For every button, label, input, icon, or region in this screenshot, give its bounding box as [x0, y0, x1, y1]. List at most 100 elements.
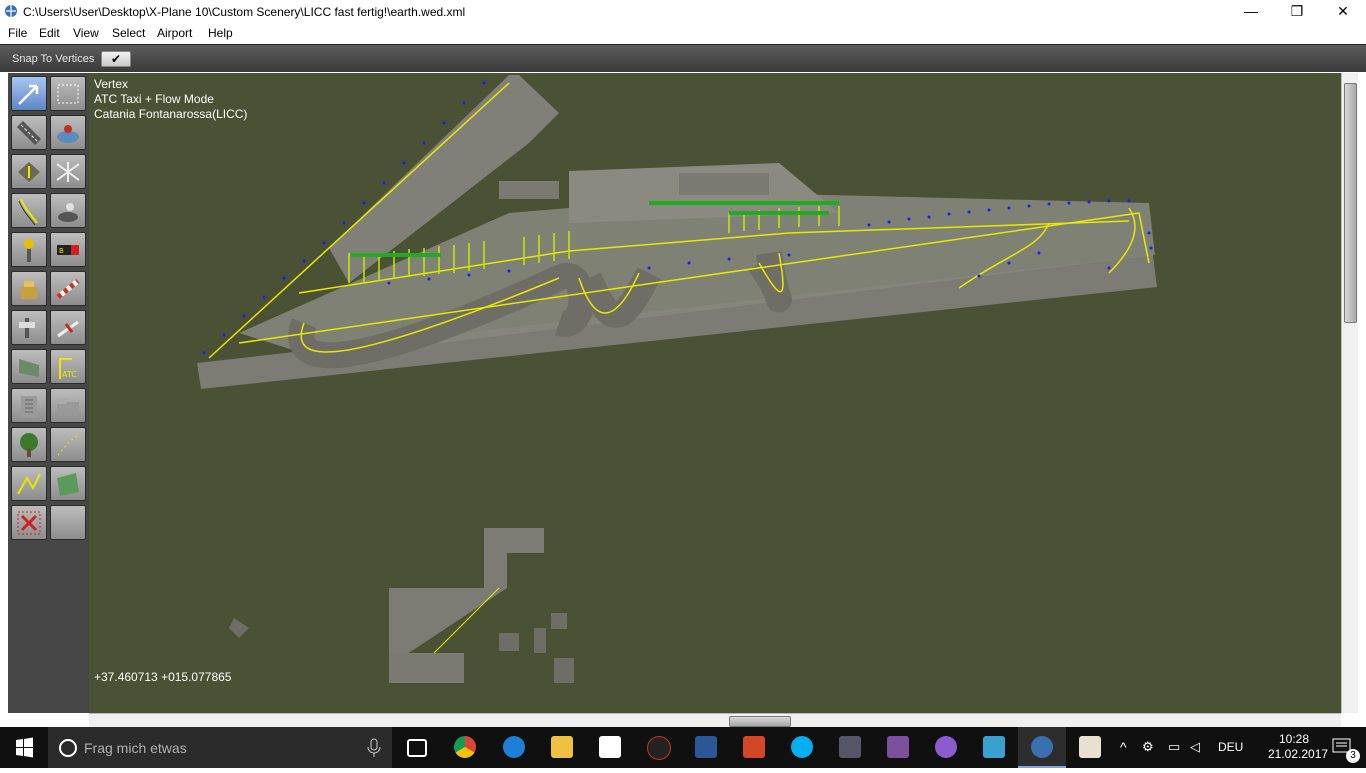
marquee-tool-button[interactable]: [50, 76, 86, 111]
line-tool-button[interactable]: [50, 427, 86, 462]
windows-logo-icon: [16, 737, 33, 758]
task-view-icon: [407, 739, 427, 757]
beacon-tool-button[interactable]: [11, 232, 47, 267]
store-icon: [599, 736, 621, 758]
app-cat-button[interactable]: [922, 727, 970, 768]
building: [679, 173, 769, 195]
chrome-button[interactable]: [441, 727, 489, 768]
menu-bar: File Edit View Select Airport Help: [0, 23, 1366, 43]
mode-label: ATC Taxi + Flow Mode: [94, 92, 214, 106]
light-icon: [58, 203, 78, 222]
polygon-icon: [57, 473, 79, 496]
windsock-tool-button[interactable]: [50, 271, 86, 306]
java-button[interactable]: [1066, 727, 1114, 768]
app-a-button[interactable]: [634, 727, 682, 768]
minimize-button[interactable]: —: [1228, 0, 1274, 23]
empty-tool-button[interactable]: [50, 505, 86, 540]
menu-file[interactable]: File: [8, 26, 27, 40]
map-canvas[interactable]: Vertex ATC Taxi + Flow Mode Catania Font…: [89, 73, 1341, 713]
object-string-tool-button[interactable]: [50, 388, 86, 423]
airport-map[interactable]: [89, 73, 1341, 713]
light-tool-button[interactable]: [50, 193, 86, 228]
menu-edit[interactable]: Edit: [39, 26, 60, 40]
word-button[interactable]: [682, 727, 730, 768]
language-indicator[interactable]: DEU: [1218, 740, 1243, 754]
game-2-button[interactable]: [970, 727, 1018, 768]
network-icon[interactable]: ⚙: [1142, 739, 1154, 755]
atc-icon: [57, 320, 79, 338]
taxiway-tool-button[interactable]: [11, 154, 47, 189]
snap-to-vertices-label: Snap To Vertices: [12, 53, 95, 65]
tower-tool-button[interactable]: [11, 271, 47, 306]
building-icon: [21, 396, 37, 418]
runway-tool-button[interactable]: [11, 115, 47, 150]
dotted-line-icon: [57, 434, 79, 456]
south-structure: [499, 633, 519, 651]
menu-help[interactable]: Help: [208, 26, 233, 40]
volume-muted-icon[interactable]: ◁: [1190, 739, 1200, 755]
powerpoint-button[interactable]: [730, 727, 778, 768]
game-1-button[interactable]: [826, 727, 874, 768]
tool-palette: B ATC: [8, 73, 90, 713]
store-button[interactable]: [586, 727, 634, 768]
atc-route-icon: ATC: [59, 358, 77, 379]
helipad-icon: [57, 125, 79, 143]
vertical-scrollbar[interactable]: [1341, 73, 1358, 713]
snap-to-vertices-checkbox[interactable]: ✔: [101, 51, 131, 67]
menu-select[interactable]: Select: [112, 26, 145, 40]
beacon-icon: [24, 239, 34, 262]
tower-icon: [21, 281, 37, 299]
sign-tool-button[interactable]: B: [50, 232, 86, 267]
taxiline-tool-button[interactable]: [11, 193, 47, 228]
draped-poly-tool-button[interactable]: [50, 466, 86, 501]
facade-tool-button[interactable]: [11, 349, 47, 384]
blank-icon: [54, 509, 82, 537]
menu-airport[interactable]: Airport: [157, 26, 192, 40]
forest-tool-button[interactable]: [11, 427, 47, 462]
action-center-button[interactable]: 3: [1322, 727, 1366, 768]
line-icon: [17, 473, 41, 495]
south-apron: [389, 528, 544, 658]
close-button[interactable]: ✕: [1320, 0, 1366, 23]
south-structure: [554, 658, 574, 683]
facade-icon: [19, 359, 39, 377]
atc-route-tool-button[interactable]: ATC: [50, 349, 86, 384]
search-placeholder: Frag mich etwas: [84, 740, 187, 756]
boundary-icon: [56, 162, 80, 182]
atc-tool-button[interactable]: [50, 310, 86, 345]
vertical-scroll-thumb[interactable]: [1344, 83, 1357, 323]
start-button[interactable]: [0, 727, 48, 768]
microphone-icon: [367, 738, 381, 757]
boundary-tool-button[interactable]: [50, 154, 86, 189]
wed-taskbar-button[interactable]: [1018, 727, 1066, 768]
battery-icon[interactable]: ▭: [1168, 739, 1180, 755]
notification-count-badge: 3: [1346, 749, 1360, 763]
taxiway-icon: [18, 162, 40, 182]
restore-button[interactable]: ❐: [1274, 0, 1320, 23]
search-box[interactable]: Frag mich etwas: [48, 727, 392, 768]
helipad-tool-button[interactable]: [50, 115, 86, 150]
clock[interactable]: 10:28 21.02.2017: [1268, 732, 1328, 762]
taxiline-icon: [18, 198, 38, 225]
polygon-line-tool-button[interactable]: [11, 466, 47, 501]
task-view-button[interactable]: [392, 727, 440, 768]
viber-button[interactable]: [874, 727, 922, 768]
skype-button[interactable]: [778, 727, 826, 768]
show-hidden-icons-icon[interactable]: ^: [1120, 739, 1127, 755]
ramp-start-icon: [19, 318, 35, 338]
airport-label: Catania Fontanarossa(LICC): [94, 107, 248, 121]
horizontal-scrollbar[interactable]: [89, 713, 1341, 728]
current-tool-label: Vertex: [94, 77, 129, 91]
cursor-coordinates: +37.460713 +015.077865: [94, 670, 232, 684]
menu-view[interactable]: View: [73, 26, 99, 40]
object-tool-button[interactable]: [11, 388, 47, 423]
file-explorer-button[interactable]: [538, 727, 586, 768]
vertex-tool-button[interactable]: [11, 76, 47, 111]
ramp-start-tool-button[interactable]: [11, 310, 47, 345]
exclusion-tool-button[interactable]: [11, 505, 47, 540]
south-building: [389, 653, 464, 683]
window-title: C:\Users\User\Desktop\X-Plane 10\Custom …: [23, 5, 466, 19]
horizontal-scroll-thumb[interactable]: [729, 716, 791, 727]
edge-button[interactable]: [490, 727, 538, 768]
exclusion-icon: [17, 511, 41, 535]
